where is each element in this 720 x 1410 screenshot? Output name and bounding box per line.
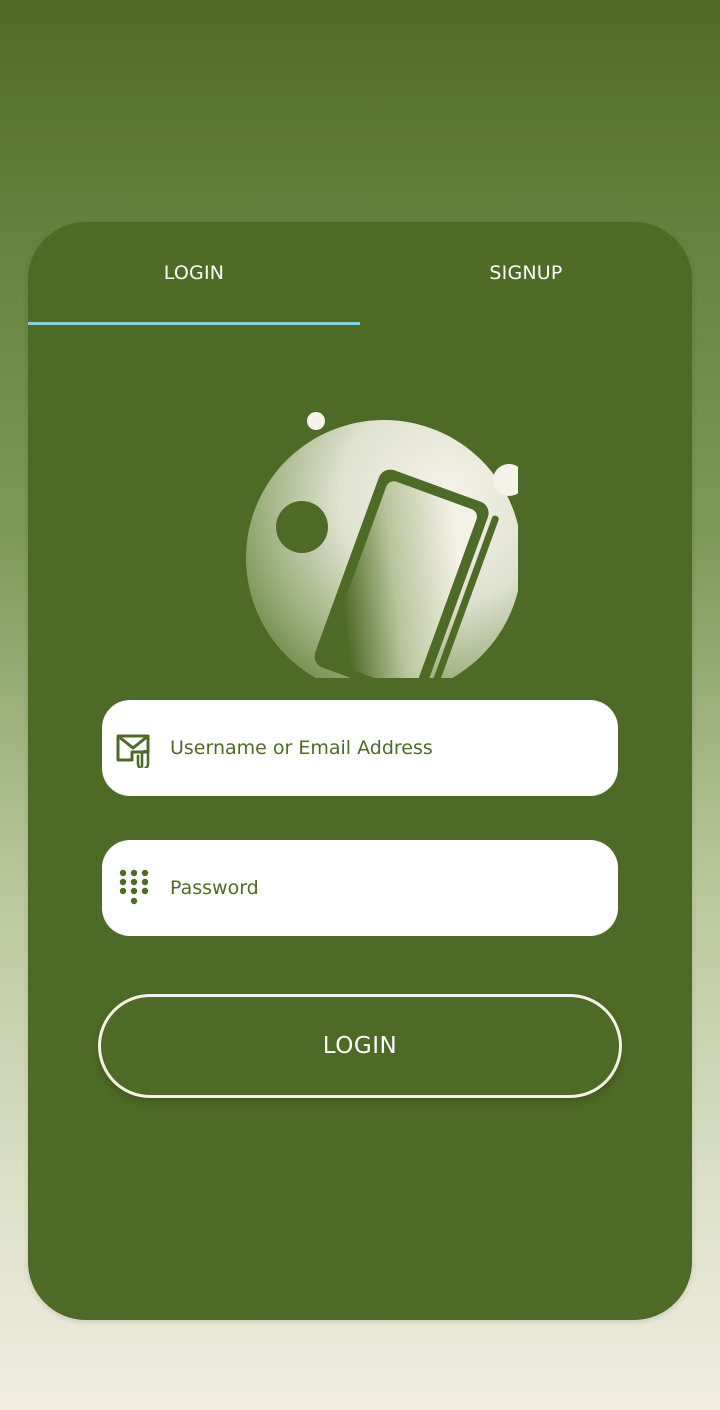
auth-card: LOGIN SIGNUP Username or Email Address L… xyxy=(28,222,692,1320)
tab-signup[interactable]: SIGNUP xyxy=(360,262,692,284)
phone-illustration xyxy=(246,412,518,678)
login-button[interactable]: LOGIN xyxy=(98,994,622,1098)
keypad-icon xyxy=(114,868,154,908)
active-tab-indicator xyxy=(28,322,360,325)
password-field[interactable] xyxy=(102,840,618,936)
username-field[interactable] xyxy=(102,700,618,796)
username-input[interactable] xyxy=(168,736,618,760)
password-input[interactable] xyxy=(168,876,618,900)
tab-login[interactable]: LOGIN xyxy=(28,262,360,284)
mail-attachment-icon xyxy=(114,728,154,768)
